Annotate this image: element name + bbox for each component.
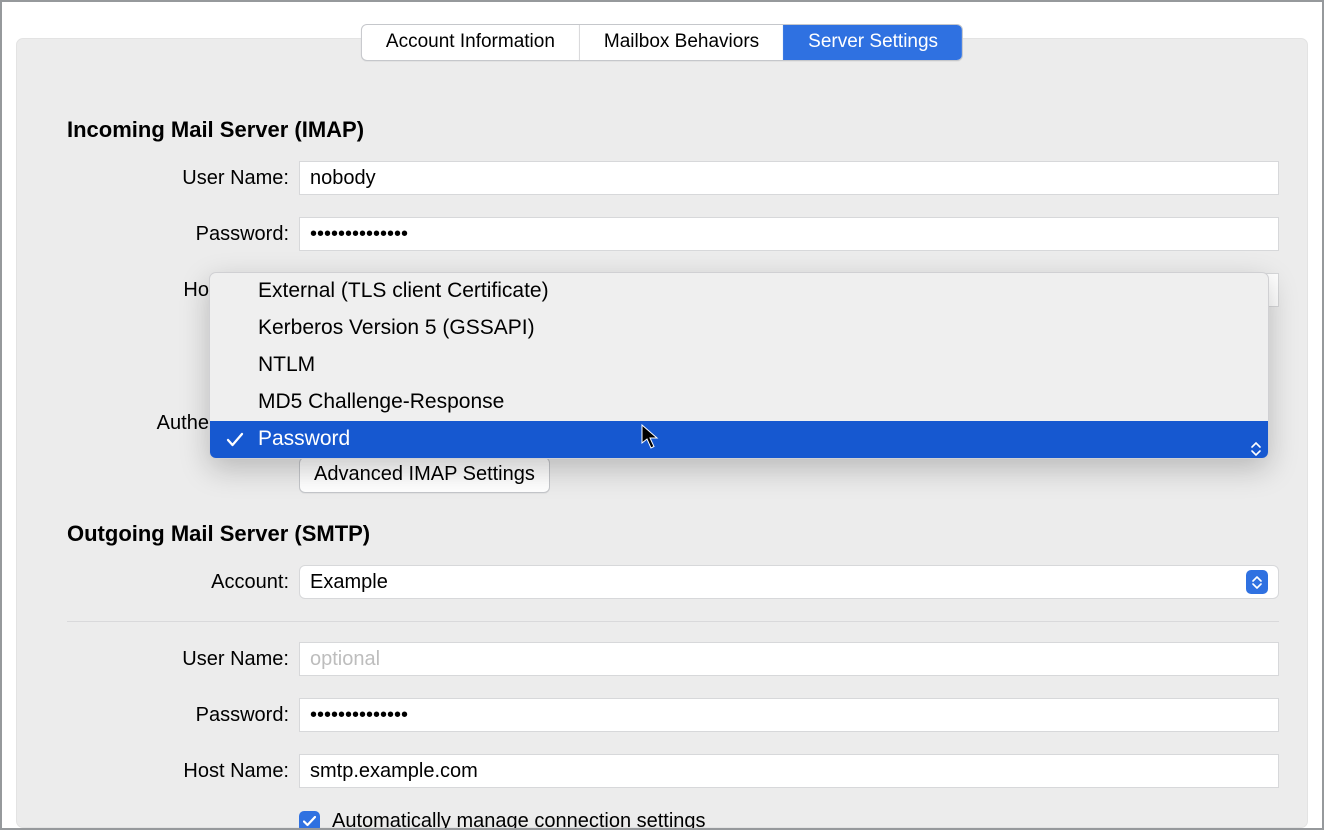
advanced-imap-settings-button[interactable]: Advanced IMAP Settings <box>299 457 550 493</box>
incoming-section-title: Incoming Mail Server (IMAP) <box>67 117 1279 143</box>
auth-option-label: NTLM <box>258 353 315 376</box>
incoming-password-input[interactable] <box>299 217 1279 251</box>
outgoing-username-label: User Name: <box>67 648 299 671</box>
outgoing-password-label: Password: <box>67 704 299 727</box>
tab-bar: Account Information Mailbox Behaviors Se… <box>361 24 963 61</box>
auth-option-ntlm[interactable]: NTLM <box>210 347 1268 384</box>
tab-server-settings[interactable]: Server Settings <box>784 25 962 60</box>
auth-option-kerberos[interactable]: Kerberos Version 5 (GSSAPI) <box>210 310 1268 347</box>
auth-option-md5[interactable]: MD5 Challenge-Response <box>210 384 1268 421</box>
check-icon <box>303 816 316 827</box>
outgoing-password-input[interactable] <box>299 698 1279 732</box>
outgoing-username-input[interactable] <box>299 642 1279 676</box>
outgoing-hostname-label: Host Name: <box>67 760 299 783</box>
incoming-username-label: User Name: <box>67 167 299 190</box>
auto-manage-checkbox[interactable] <box>299 811 320 830</box>
updown-caret-icon <box>1246 570 1268 594</box>
divider <box>67 621 1279 622</box>
incoming-username-input[interactable] <box>299 161 1279 195</box>
tab-account-information[interactable]: Account Information <box>362 25 580 60</box>
incoming-password-label: Password: <box>67 223 299 246</box>
auth-option-label: External (TLS client Certificate) <box>258 279 549 302</box>
auth-option-external[interactable]: External (TLS client Certificate) <box>210 273 1268 310</box>
outgoing-account-label: Account: <box>67 571 299 594</box>
auto-manage-label: Automatically manage connection settings <box>332 810 706 830</box>
auth-option-label: Password <box>258 427 350 450</box>
auth-option-label: Kerberos Version 5 (GSSAPI) <box>258 316 535 339</box>
preferences-window: Account Information Mailbox Behaviors Se… <box>0 0 1324 830</box>
updown-caret-icon <box>1250 440 1262 458</box>
auth-dropdown[interactable]: External (TLS client Certificate) Kerber… <box>209 272 1269 459</box>
outgoing-account-select[interactable]: Example <box>299 565 1279 599</box>
outgoing-account-value: Example <box>310 571 388 594</box>
outgoing-section-title: Outgoing Mail Server (SMTP) <box>67 521 1279 547</box>
auth-option-password[interactable]: Password <box>210 421 1268 458</box>
tab-mailbox-behaviors[interactable]: Mailbox Behaviors <box>580 25 784 60</box>
outgoing-hostname-input[interactable] <box>299 754 1279 788</box>
auth-option-label: MD5 Challenge-Response <box>258 390 504 413</box>
check-icon <box>226 428 246 448</box>
